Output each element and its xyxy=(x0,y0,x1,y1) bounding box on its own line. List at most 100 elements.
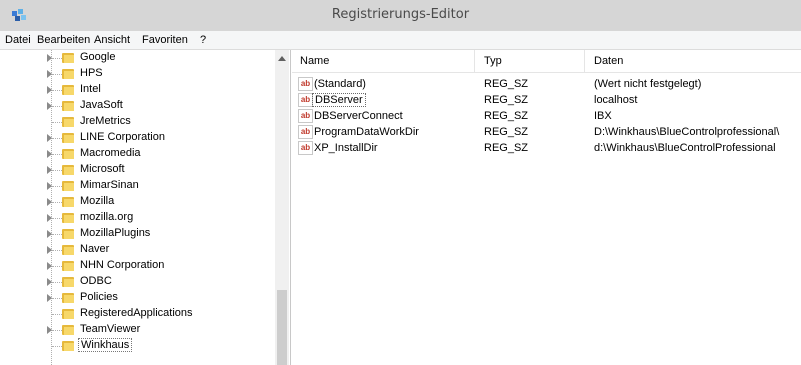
folder-icon xyxy=(62,68,74,79)
tree-item[interactable]: Macromedia xyxy=(0,146,275,162)
folder-icon xyxy=(62,292,74,303)
folder-icon xyxy=(62,260,74,271)
tree-item-label: JavaSoft xyxy=(80,99,123,111)
value-type: REG_SZ xyxy=(484,126,529,138)
scroll-up-icon[interactable] xyxy=(278,56,286,61)
value-data: D:\Winkhaus\BlueControlprofessional\ xyxy=(594,126,780,138)
value-name: DBServerConnect xyxy=(314,110,403,122)
folder-icon xyxy=(62,244,74,255)
folder-icon xyxy=(62,116,74,127)
tree-item-label: Google xyxy=(80,51,116,63)
value-data: (Wert nicht festgelegt) xyxy=(594,78,702,90)
tree-item-label: Macromedia xyxy=(80,147,141,159)
menu-favoriten[interactable]: Favoriten xyxy=(142,34,188,46)
value-type: REG_SZ xyxy=(484,78,529,90)
folder-icon xyxy=(62,196,74,207)
value-row[interactable]: ab DBServer REG_SZ localhost xyxy=(292,92,801,108)
tree-item-label: TeamViewer xyxy=(80,323,141,335)
value-name: DBServer xyxy=(312,93,366,107)
tree-item[interactable]: Mozilla xyxy=(0,194,275,210)
tree-item-label: MimarSinan xyxy=(80,179,139,191)
tree-item[interactable]: NHN Corporation xyxy=(0,258,275,274)
tree-item-label: JreMetrics xyxy=(80,115,131,127)
value-type: REG_SZ xyxy=(484,110,529,122)
value-name: ProgramDataWorkDir xyxy=(314,126,419,138)
tree-item-label: RegisteredApplications xyxy=(80,307,193,319)
folder-icon xyxy=(62,340,74,351)
value-name: XP_InstallDir xyxy=(314,142,378,154)
title-bar: Registrierungs-Editor xyxy=(0,0,801,31)
scroll-thumb[interactable] xyxy=(277,290,287,365)
column-header-data[interactable]: Daten xyxy=(594,55,623,67)
tree-item[interactable]: JreMetrics xyxy=(0,114,275,130)
tree-item-label: MozillaPlugins xyxy=(80,227,151,239)
tree-item[interactable]: Winkhaus xyxy=(0,338,275,354)
value-row[interactable]: ab DBServerConnect REG_SZ IBX xyxy=(292,108,801,124)
value-type: REG_SZ xyxy=(484,94,529,106)
window-title: Registrierungs-Editor xyxy=(331,7,470,22)
folder-icon xyxy=(62,52,74,63)
tree-item[interactable]: Intel xyxy=(0,82,275,98)
tree-item[interactable]: Naver xyxy=(0,242,275,258)
tree-item-label: Intel xyxy=(80,83,101,95)
folder-icon xyxy=(62,84,74,95)
folder-icon xyxy=(62,228,74,239)
menu-bearbeiten[interactable]: Bearbeiten xyxy=(37,34,90,46)
value-data: IBX xyxy=(594,110,612,122)
tree-item[interactable]: LINE Corporation xyxy=(0,130,275,146)
tree-item[interactable]: Policies xyxy=(0,290,275,306)
tree-item-label: Naver xyxy=(80,243,110,255)
registry-tree[interactable]: Google HPS Intel JavaSoft JreMetrics LINE Cor… xyxy=(0,50,291,365)
value-type: REG_SZ xyxy=(484,142,529,154)
folder-icon xyxy=(62,132,74,143)
tree-item[interactable]: mozilla.org xyxy=(0,210,275,226)
tree-item-label: Policies xyxy=(80,291,118,303)
values-list[interactable]: Name Typ Daten ab (Standard) REG_SZ (Wert n… xyxy=(292,50,801,365)
menu-ansicht[interactable]: Ansicht xyxy=(94,34,130,46)
string-value-icon: ab xyxy=(298,93,313,107)
folder-icon xyxy=(62,148,74,159)
folder-icon xyxy=(62,164,74,175)
folder-icon xyxy=(62,308,74,319)
menu-datei[interactable]: Datei xyxy=(5,34,31,46)
tree-item[interactable]: RegisteredApplications xyxy=(0,306,275,322)
tree-item-label: HPS xyxy=(80,67,103,79)
string-value-icon: ab xyxy=(298,77,313,91)
tree-item[interactable]: MimarSinan xyxy=(0,178,275,194)
menu-help[interactable]: ? xyxy=(200,34,206,46)
value-row[interactable]: ab (Standard) REG_SZ (Wert nicht festgelegt… xyxy=(292,76,801,92)
header-divider xyxy=(292,72,801,73)
column-separator[interactable] xyxy=(584,50,585,72)
menu-bar: Datei Bearbeiten Ansicht Favoriten ? xyxy=(0,31,801,50)
tree-item[interactable]: TeamViewer xyxy=(0,322,275,338)
column-separator[interactable] xyxy=(474,50,475,72)
value-name: (Standard) xyxy=(314,78,366,90)
value-data: d:\Winkhaus\BlueControlProfessional xyxy=(594,142,776,154)
value-data: localhost xyxy=(594,94,638,106)
tree-item[interactable]: ODBC xyxy=(0,274,275,290)
tree-item-label: mozilla.org xyxy=(80,211,134,223)
folder-icon xyxy=(62,324,74,335)
string-value-icon: ab xyxy=(298,109,313,123)
tree-item[interactable]: HPS xyxy=(0,66,275,82)
folder-icon xyxy=(62,100,74,111)
tree-item[interactable]: Google xyxy=(0,50,275,66)
tree-item-label: Mozilla xyxy=(80,195,115,207)
folder-icon xyxy=(62,180,74,191)
tree-item-label: NHN Corporation xyxy=(80,259,165,271)
tree-item-label: ODBC xyxy=(80,275,112,287)
tree-item[interactable]: Microsoft xyxy=(0,162,275,178)
value-row[interactable]: ab ProgramDataWorkDir REG_SZ D:\Winkhaus\Bl… xyxy=(292,124,801,140)
tree-item[interactable]: MozillaPlugins xyxy=(0,226,275,242)
column-header-name[interactable]: Name xyxy=(300,55,329,67)
tree-scrollbar[interactable] xyxy=(275,50,289,365)
column-header-type[interactable]: Typ xyxy=(484,55,502,67)
folder-icon xyxy=(62,276,74,287)
tree-item-label: Winkhaus xyxy=(78,338,133,352)
string-value-icon: ab xyxy=(298,125,313,139)
tree-item-label: Microsoft xyxy=(80,163,125,175)
tree-item[interactable]: JavaSoft xyxy=(0,98,275,114)
string-value-icon: ab xyxy=(298,141,313,155)
value-row[interactable]: ab XP_InstallDir REG_SZ d:\Winkhaus\BlueCon… xyxy=(292,140,801,156)
tree-item-label: LINE Corporation xyxy=(80,131,165,143)
